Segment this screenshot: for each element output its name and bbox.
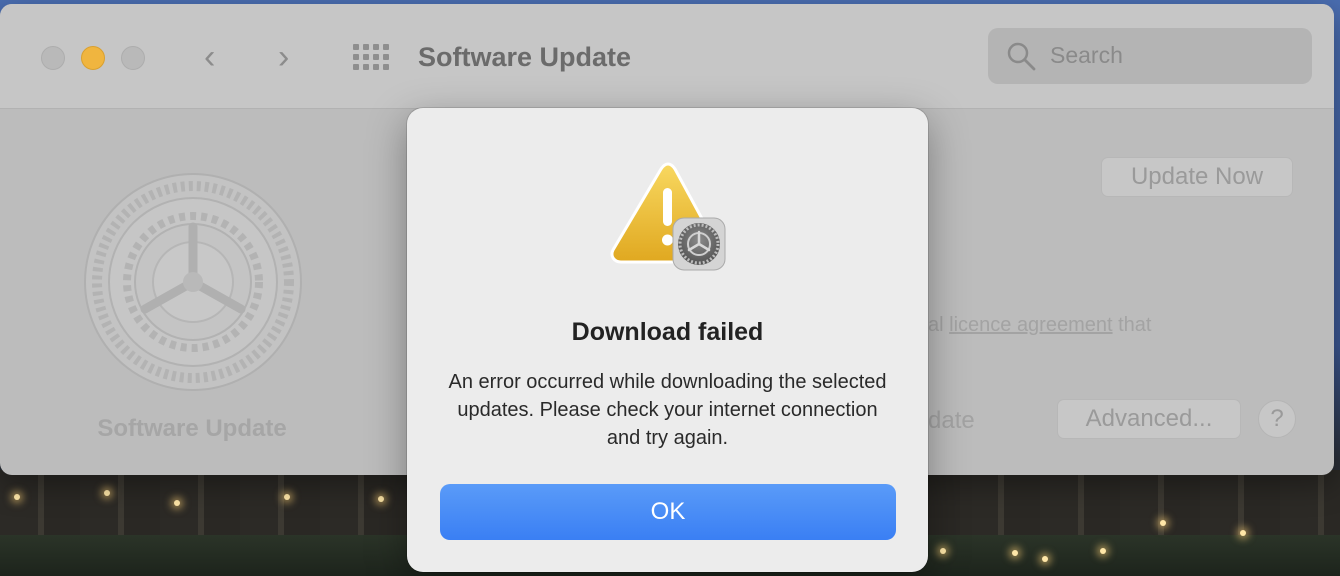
pane-name-label: Software Update	[97, 415, 287, 442]
search-input[interactable]	[1050, 42, 1290, 69]
ok-button[interactable]: OK	[440, 484, 896, 540]
alert-message: An error occurred while downloading the …	[448, 371, 887, 449]
wallpaper-light	[1042, 556, 1048, 562]
window-title: Software Update	[418, 42, 632, 72]
wallpaper-light	[284, 494, 290, 500]
minimize-window-button[interactable]	[81, 46, 105, 70]
close-window-button[interactable]	[41, 46, 65, 70]
wallpaper-light	[174, 500, 180, 506]
wallpaper-light	[104, 490, 110, 496]
search-icon	[1007, 42, 1036, 71]
wallpaper-light	[1160, 520, 1166, 526]
licence-agreement-link[interactable]: licence agreement	[949, 314, 1112, 336]
advanced-button[interactable]: Advanced...	[1057, 399, 1241, 439]
licence-agreement-text: al licence agreement that	[928, 314, 1151, 337]
wallpaper-light	[1100, 548, 1106, 554]
warning-icon	[610, 162, 726, 271]
licence-suffix: that	[1112, 314, 1152, 336]
back-button[interactable]: ‹	[204, 40, 215, 74]
download-failed-alert: Download failed An error occurred while …	[407, 108, 928, 572]
licence-prefix: al	[928, 314, 950, 336]
window-toolbar: ‹ › Software Update	[0, 4, 1334, 109]
wallpaper-light	[14, 494, 20, 500]
alert-title: Download failed	[571, 318, 764, 346]
update-now-button[interactable]: Update Now	[1101, 157, 1293, 197]
show-all-grid-icon[interactable]	[353, 44, 389, 74]
zoom-window-button[interactable]	[121, 46, 145, 70]
wallpaper-light	[1012, 550, 1018, 556]
search-field[interactable]	[988, 28, 1312, 84]
software-update-gear-icon	[84, 173, 302, 391]
wallpaper-light	[378, 496, 384, 502]
wallpaper-light	[1240, 530, 1246, 536]
automatic-update-label: date	[928, 407, 975, 434]
wallpaper-light	[940, 548, 946, 554]
forward-button[interactable]: ›	[278, 40, 289, 74]
help-button[interactable]: ?	[1258, 400, 1296, 438]
